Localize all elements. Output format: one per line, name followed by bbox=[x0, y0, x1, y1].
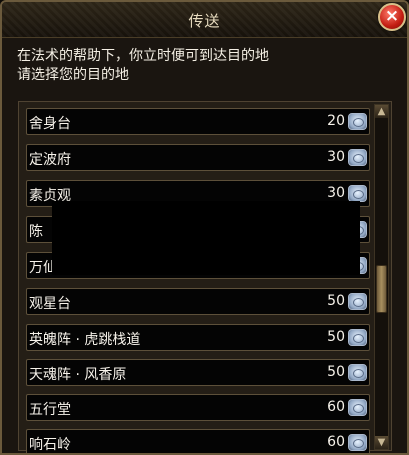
destination-row[interactable]: 定波府 30 bbox=[26, 144, 370, 171]
destination-row[interactable]: 响石岭 60 bbox=[26, 429, 370, 453]
teleport-window: 传送 × 在法术的帮助下，你立时便可到达目的地 请选择您的目的地 舍身台 20 … bbox=[0, 0, 409, 455]
silver-coin-icon bbox=[348, 434, 367, 451]
scroll-down-button[interactable]: ▼ bbox=[375, 436, 388, 449]
destination-cost: 50 bbox=[327, 293, 345, 309]
destination-name: 英魄阵 · 虎跳栈道 bbox=[29, 332, 141, 348]
destination-cost: 30 bbox=[327, 149, 345, 165]
title-bar[interactable]: 传送 bbox=[2, 2, 407, 38]
description-line-1: 在法术的帮助下，你立时便可到达目的地 bbox=[17, 48, 269, 64]
destination-name: 五行堂 bbox=[29, 402, 71, 418]
destination-name: 陈 bbox=[29, 224, 43, 240]
silver-coin-icon bbox=[348, 185, 367, 202]
destination-cost: 20 bbox=[327, 113, 345, 129]
destination-cost: 50 bbox=[327, 329, 345, 345]
destination-cost: 30 bbox=[327, 185, 345, 201]
destination-cost: 50 bbox=[327, 364, 345, 380]
silver-coin-icon bbox=[348, 364, 367, 381]
chevron-up-icon: ▲ bbox=[377, 106, 386, 117]
description: 在法术的帮助下，你立时便可到达目的地 请选择您的目的地 bbox=[17, 47, 269, 85]
destination-row[interactable]: 五行堂 60 bbox=[26, 394, 370, 421]
list-scrollbar[interactable]: ▲ ▼ bbox=[374, 104, 389, 450]
scroll-thumb[interactable] bbox=[376, 265, 387, 313]
chevron-down-icon: ▼ bbox=[377, 437, 386, 448]
destination-row[interactable]: 天魂阵 · 风香原 50 bbox=[26, 359, 370, 386]
destination-name: 定波府 bbox=[29, 152, 71, 168]
description-line-2: 请选择您的目的地 bbox=[17, 67, 129, 83]
destination-name: 观星台 bbox=[29, 296, 71, 312]
silver-coin-icon bbox=[348, 399, 367, 416]
close-button[interactable]: × bbox=[378, 3, 406, 31]
destination-name: 天魂阵 · 风香原 bbox=[29, 367, 127, 383]
destination-name: 舍身台 bbox=[29, 116, 71, 132]
destination-row[interactable]: 舍身台 20 bbox=[26, 108, 370, 135]
window-title: 传送 bbox=[188, 12, 221, 30]
silver-coin-icon bbox=[348, 113, 367, 130]
destination-cost: 60 bbox=[327, 399, 345, 415]
destination-row[interactable]: 观星台 50 bbox=[26, 288, 370, 315]
redaction-block bbox=[52, 201, 360, 275]
destination-list: 舍身台 20 定波府 30 素贞观 30 陈 万仙台 · 往昔 50 观星台 5… bbox=[18, 101, 392, 453]
destination-row[interactable]: 英魄阵 · 虎跳栈道 50 bbox=[26, 324, 370, 351]
silver-coin-icon bbox=[348, 293, 367, 310]
destination-name: 响石岭 bbox=[29, 437, 71, 453]
silver-coin-icon bbox=[348, 329, 367, 346]
scroll-up-button[interactable]: ▲ bbox=[375, 105, 388, 118]
silver-coin-icon bbox=[348, 149, 367, 166]
destination-cost: 60 bbox=[327, 434, 345, 450]
close-icon: × bbox=[384, 6, 400, 26]
